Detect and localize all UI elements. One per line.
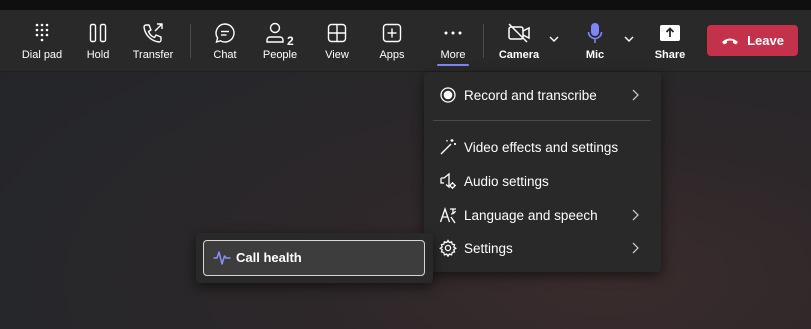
more-active-indicator	[437, 64, 469, 66]
menu-item-record-and-transcribe[interactable]: Record and transcribe	[424, 79, 661, 111]
dial-pad-button[interactable]: Dial pad	[20, 10, 64, 71]
share-screen-icon	[660, 22, 680, 44]
camera-off-icon	[507, 22, 531, 44]
leave-button[interactable]: Leave	[707, 25, 798, 56]
menu-item-call-health[interactable]: Call health	[203, 240, 425, 276]
camera-label: Camera	[498, 49, 540, 61]
toolbar-separator	[483, 24, 484, 58]
people-label: People	[262, 49, 298, 61]
submenu-chevron-icon	[632, 209, 639, 221]
menu-item-label: Settings	[464, 240, 513, 256]
menu-item-video-effects[interactable]: Video effects and settings	[424, 131, 661, 163]
menu-item-label: Audio settings	[464, 173, 549, 189]
pause-icon	[89, 22, 107, 44]
language-icon	[439, 207, 457, 224]
more-dots-icon	[444, 22, 462, 44]
hang-up-icon	[722, 38, 739, 44]
menu-divider	[433, 120, 651, 121]
camera-button[interactable]: Camera	[498, 10, 540, 71]
menu-item-label: Language and speech	[464, 207, 598, 223]
dial-pad-label: Dial pad	[21, 49, 63, 61]
view-button[interactable]: View	[317, 10, 357, 71]
leave-label: Leave	[747, 33, 784, 48]
menu-item-settings[interactable]: Settings	[424, 232, 661, 264]
people-icon	[260, 22, 300, 44]
people-button[interactable]: People	[260, 10, 300, 71]
settings-submenu: Call health	[196, 233, 433, 283]
call-health-label: Call health	[236, 250, 302, 265]
share-label: Share	[654, 49, 686, 61]
hold-label: Hold	[86, 49, 110, 61]
menu-item-label: Record and transcribe	[464, 87, 597, 103]
submenu-chevron-icon	[632, 242, 639, 254]
pulse-icon	[213, 251, 231, 265]
mic-options-chevron-icon[interactable]	[624, 36, 634, 42]
chat-label: Chat	[213, 49, 237, 61]
more-button[interactable]: More	[430, 10, 476, 71]
call-toolbar: Dial pad Hold Transfer Chat People 2 Vie…	[0, 10, 811, 72]
magic-wand-icon	[440, 139, 456, 155]
menu-item-audio-settings[interactable]: Audio settings	[424, 165, 661, 197]
more-options-menu: Record and transcribe Video effects and …	[424, 72, 661, 272]
apps-label: Apps	[379, 49, 405, 61]
speaker-settings-icon	[440, 172, 456, 189]
menu-item-label: Video effects and settings	[464, 139, 619, 155]
submenu-chevron-icon	[632, 89, 639, 101]
chat-button[interactable]: Chat	[205, 10, 245, 71]
transfer-button[interactable]: Transfer	[130, 10, 176, 71]
transfer-label: Transfer	[132, 49, 174, 61]
add-app-icon	[382, 22, 402, 44]
view-label: View	[325, 49, 349, 61]
window-top-strip	[0, 0, 811, 10]
grid-view-icon	[327, 22, 347, 44]
gear-icon	[439, 239, 457, 257]
mic-label: Mic	[585, 49, 605, 61]
people-count-badge: 2	[287, 34, 294, 48]
camera-options-chevron-icon[interactable]	[549, 36, 559, 42]
phone-transfer-icon	[142, 22, 164, 44]
share-button[interactable]: Share	[650, 10, 690, 71]
mic-button[interactable]: Mic	[575, 10, 615, 71]
menu-item-language-and-speech[interactable]: Language and speech	[424, 199, 661, 231]
microphone-icon	[587, 22, 603, 44]
dial-pad-icon	[35, 22, 49, 44]
apps-button[interactable]: Apps	[372, 10, 412, 71]
chat-icon	[214, 22, 236, 44]
record-icon	[440, 87, 456, 103]
more-label: More	[440, 49, 466, 61]
toolbar-separator	[190, 24, 191, 58]
hold-button[interactable]: Hold	[78, 10, 118, 71]
